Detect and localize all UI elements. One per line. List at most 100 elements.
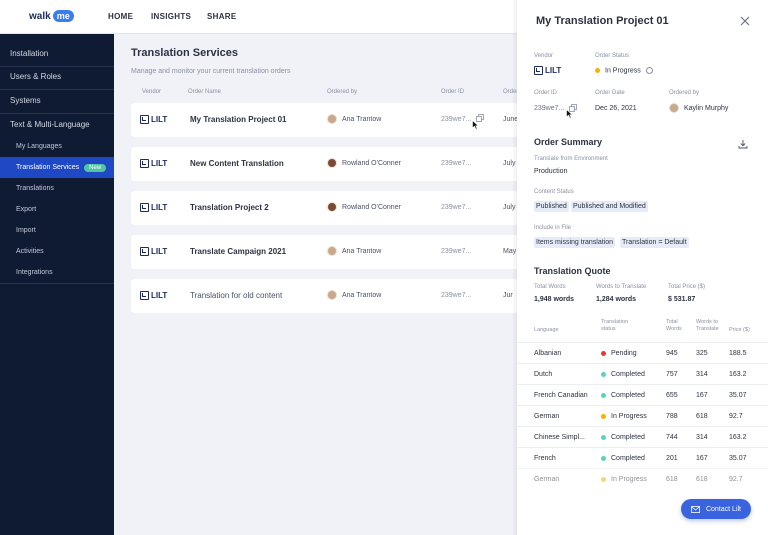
avatar [327, 114, 337, 124]
language-cell: Chinese Simpl... [534, 434, 585, 441]
order-detail-panel: My Translation Project 01 Vendor LILT Or… [517, 0, 768, 535]
order-id: 239we7... [534, 105, 565, 112]
vendor-name: LILT [151, 115, 168, 124]
lilt-logo: LILT [140, 203, 167, 212]
order-id-label: Order ID [534, 90, 558, 96]
sidebar-subitem-integrations[interactable]: Integrations [0, 262, 114, 283]
translation-quote-title: Translation Quote [534, 266, 611, 276]
sidebar-subitem-activities[interactable]: Activities [0, 241, 114, 262]
close-icon[interactable] [739, 15, 751, 27]
column-header-price: Price ($) [729, 327, 750, 333]
table-row[interactable]: LILT New Content Translation Rowland O'C… [131, 147, 531, 181]
sidebar-item-installation[interactable]: Installation [0, 43, 114, 64]
nav-insights[interactable]: INSIGHTS [151, 12, 191, 21]
contact-lilt-button[interactable]: Contact Lilt [681, 499, 751, 519]
order-name: Translate Campaign 2021 [190, 247, 287, 256]
status-dot [601, 393, 606, 398]
lilt-icon [140, 203, 149, 212]
avatar [327, 158, 337, 168]
download-icon[interactable] [738, 139, 748, 149]
status-dot [601, 372, 606, 377]
order-status-label: Order Status [595, 53, 630, 59]
order-id: 239we7... [441, 204, 472, 211]
language-cell: German [534, 413, 560, 420]
translation-status: Completed [601, 392, 645, 399]
include-chip: Items missing translation [534, 237, 616, 248]
orderer-name: Ana Trantow [342, 115, 382, 123]
translation-status: Completed [601, 455, 645, 462]
walkme-logo[interactable]: walk me [29, 9, 74, 23]
sidebar-item-text-multi-language[interactable]: Text & Multi-Language [0, 114, 114, 135]
total-words-cell: 655 [666, 392, 678, 399]
mouse-cursor-icon [472, 120, 479, 130]
translation-status: Completed [601, 371, 645, 378]
price-cell: 188.5 [729, 350, 747, 357]
sidebar-item-users-roles[interactable]: Users & Roles [0, 66, 114, 87]
order-date-label: Order Date [595, 90, 625, 96]
table-row: Dutch 757 314 163.2 Completed [517, 363, 768, 384]
orderer-name: Ana Trantow [342, 291, 382, 299]
words-to-translate-cell: 618 [696, 413, 708, 420]
column-header-language: Language [534, 327, 559, 333]
sidebar-subitem-export[interactable]: Export [0, 199, 114, 220]
sidebar-subitem-translation-services[interactable]: Translation Services New [0, 157, 114, 178]
total-price-value: $ 531.87 [668, 296, 696, 303]
language-cell: Albanian [534, 350, 562, 357]
ordered-by-label: Ordered by [669, 90, 700, 96]
total-price-label: Total Price ($) [668, 284, 706, 290]
sidebar-item-systems[interactable]: Systems [0, 90, 114, 111]
include-chip: Translation = Default [620, 237, 689, 248]
total-words-cell: 744 [666, 434, 678, 441]
price-cell: 92.7 [729, 476, 743, 483]
vendor-name: LILT [545, 66, 562, 75]
lilt-icon [534, 66, 543, 75]
table-row[interactable]: LILT Translation for old content Ana Tra… [131, 279, 531, 313]
total-words-cell: 201 [666, 455, 678, 462]
content-status-chip: Published and Modified [571, 201, 648, 212]
total-words-cell: 618 [666, 476, 678, 483]
order-id: 239we7... [441, 248, 472, 255]
nav-home[interactable]: HOME [108, 12, 133, 21]
sidebar-subitem-import[interactable]: Import [0, 220, 114, 241]
words-to-translate-cell: 325 [696, 350, 708, 357]
avatar [327, 246, 337, 256]
nav-share[interactable]: SHARE [207, 12, 237, 21]
logo-badge: me [52, 10, 74, 22]
info-icon[interactable] [645, 67, 653, 74]
avatar [327, 290, 337, 300]
lilt-logo: LILT [140, 247, 167, 256]
status-text: Pending [611, 350, 637, 357]
column-header-order-id: Order ID [441, 89, 465, 95]
sidebar-subitem-label: Translation Services [16, 164, 80, 171]
table-row[interactable]: LILT Translate Campaign 2021 Ana Trantow… [131, 235, 531, 269]
vendor-name: LILT [151, 203, 168, 212]
mail-icon [691, 505, 700, 513]
ordered-by: Kaylin Murphy [669, 103, 728, 113]
status-text: Completed [611, 455, 645, 462]
total-words-label: Total Words [534, 284, 566, 290]
price-cell: 163.2 [729, 434, 747, 441]
content-status-label: Content Status [534, 189, 574, 195]
sidebar-subitem-my-languages[interactable]: My Languages [0, 136, 114, 157]
table-row[interactable]: LILT Translation Project 2 Rowland O'Con… [131, 191, 531, 225]
words-to-translate-cell: 167 [696, 392, 708, 399]
status-dot [601, 435, 606, 440]
vendor-name: LILT [151, 291, 168, 300]
table-row: German 788 618 92.7 In Progress [517, 405, 768, 426]
column-header-ordered-by: Ordered by [327, 89, 358, 95]
lilt-logo: LILT [140, 115, 167, 124]
order-summary-title: Order Summary [534, 137, 603, 147]
status-text: Completed [611, 392, 645, 399]
price-cell: 163.2 [729, 371, 747, 378]
sidebar-subitem-translations[interactable]: Translations [0, 178, 114, 199]
table-row: Chinese Simpl... 744 314 163.2 Completed [517, 426, 768, 447]
translate-from-value: Production [534, 168, 568, 175]
words-to-translate-value: 1,284 words [596, 296, 637, 303]
content-status-chip: Published [534, 201, 569, 212]
table-row[interactable]: LILT My Translation Project 01 Ana Trant… [131, 103, 531, 137]
column-header-words-to-translate: Words to Translate [696, 319, 719, 332]
ordered-by: Rowland O'Conner [327, 158, 401, 168]
translation-status: In Progress [601, 476, 647, 483]
order-date: Dec 26, 2021 [595, 105, 637, 112]
price-cell: 35.07 [729, 392, 747, 399]
